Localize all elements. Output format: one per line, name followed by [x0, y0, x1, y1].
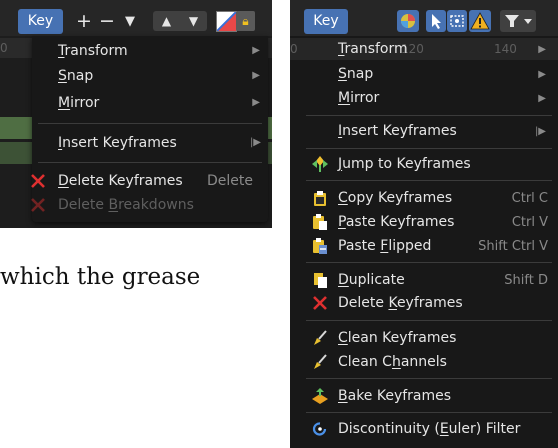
menu-separator — [306, 115, 552, 116]
submenu-arrow-icon: ▶ — [538, 69, 546, 80]
menu-item-delete-keyframes[interactable]: Delete Keyframes Delete — [31, 169, 268, 193]
chevron-down-icon[interactable]: ▼ — [121, 9, 139, 34]
menu-item-delete-breakdowns[interactable]: Delete Breakdowns — [31, 193, 268, 217]
right-screenshot: Key 0 120 140 Transform ▶ Snap ▶ Mirror … — [290, 0, 558, 448]
menu-item-mirror[interactable]: Mirror ▶ — [290, 87, 558, 110]
jump-to-keyframes-icon — [312, 156, 328, 172]
menu-item-insert-keyframes[interactable]: Insert Keyframes |▶ — [32, 131, 268, 155]
menu-item-transform[interactable]: Transform ▶ — [32, 39, 268, 63]
menu-item-paste-flipped[interactable]: Paste Flipped Shift Ctrl V — [290, 235, 558, 258]
filter-dropdown[interactable] — [500, 10, 536, 32]
triangle-down-icon[interactable]: ▼ — [180, 11, 207, 31]
color-swatch-icon[interactable] — [216, 11, 237, 32]
remove-icon[interactable]: − — [98, 9, 116, 34]
submenu-arrow-icon: ▶ — [538, 93, 546, 104]
frame-select-icon[interactable] — [447, 10, 467, 32]
editor-header: Key + − ▼ ▲ ▼ 🔒︎ — [0, 0, 272, 36]
menu-separator — [38, 123, 262, 124]
menu-item-mirror[interactable]: Mirror ▶ — [32, 91, 268, 115]
broom-icon — [314, 330, 327, 345]
color-wheel-icon[interactable] — [397, 10, 419, 32]
menu-item-copy-keyframes[interactable]: Copy Keyframes Ctrl C — [290, 187, 558, 210]
menu-separator — [306, 412, 552, 413]
menu-item-clean-keyframes[interactable]: Clean Keyframes — [290, 327, 558, 350]
menu-separator — [306, 378, 552, 379]
cursor-icon[interactable] — [426, 10, 446, 32]
menu-item-paste-keyframes[interactable]: Paste Keyframes Ctrl V — [290, 211, 558, 234]
lock-icon[interactable]: 🔒︎ — [236, 11, 255, 31]
menu-separator — [306, 262, 552, 263]
delete-x-icon — [31, 174, 45, 188]
paste-icon — [313, 214, 327, 230]
broom-icon — [314, 354, 327, 369]
warning-icon[interactable] — [469, 10, 491, 32]
submenu-arrow-icon: ▶ — [252, 97, 260, 108]
submenu-arrow-icon: ▶ — [538, 44, 546, 55]
bake-icon — [312, 388, 328, 404]
left-screenshot: Key + − ▼ ▲ ▼ 🔒︎ 0 60 70 Transform ▶ Sna… — [0, 0, 272, 228]
menu-item-delete-keyframes[interactable]: Delete Keyframes — [290, 292, 558, 315]
key-dropdown-menu: Transform ▶ Snap ▶ Mirror ▶ Insert Keyfr… — [31, 36, 268, 222]
menu-item-transform[interactable]: Transform ▶ — [290, 38, 558, 61]
key-menu-tab[interactable]: Key — [18, 9, 63, 34]
ruler-tick: 0 — [0, 41, 8, 55]
caption-text: which the grease — [0, 264, 201, 290]
submenu-arrow-icon: ▶ — [252, 45, 260, 56]
menu-separator — [306, 320, 552, 321]
key-menu-tab[interactable]: Key — [304, 9, 348, 34]
submenu-arrow-icon: |▶ — [249, 137, 261, 148]
paste-flipped-icon — [313, 238, 327, 254]
menu-item-snap[interactable]: Snap ▶ — [290, 63, 558, 86]
menu-separator — [306, 148, 552, 149]
menu-item-discontinuity-filter[interactable]: Discontinuity (Euler) Filter — [290, 418, 558, 441]
triangle-up-icon[interactable]: ▲ — [153, 11, 180, 31]
delete-x-icon — [31, 198, 45, 212]
duplicate-icon — [314, 273, 327, 288]
add-icon[interactable]: + — [75, 9, 93, 34]
menu-separator — [306, 180, 552, 181]
up-down-toggle[interactable]: ▲ ▼ — [153, 11, 207, 31]
submenu-arrow-icon: |▶ — [534, 126, 546, 137]
menu-item-duplicate[interactable]: Duplicate Shift D — [290, 269, 558, 292]
copy-icon — [314, 191, 326, 206]
editor-header: Key — [290, 0, 558, 36]
submenu-arrow-icon: ▶ — [252, 70, 260, 81]
menu-separator — [38, 162, 262, 163]
menu-item-insert-keyframes[interactable]: Insert Keyframes |▶ — [290, 120, 558, 143]
menu-item-jump-to-keyframes[interactable]: Jump to Keyframes — [290, 153, 558, 176]
delete-x-icon — [313, 296, 327, 310]
euler-filter-icon — [312, 422, 327, 436]
menu-item-clean-channels[interactable]: Clean Channels — [290, 351, 558, 374]
menu-item-bake-keyframes[interactable]: Bake Keyframes — [290, 385, 558, 408]
menu-item-snap[interactable]: Snap ▶ — [32, 64, 268, 88]
